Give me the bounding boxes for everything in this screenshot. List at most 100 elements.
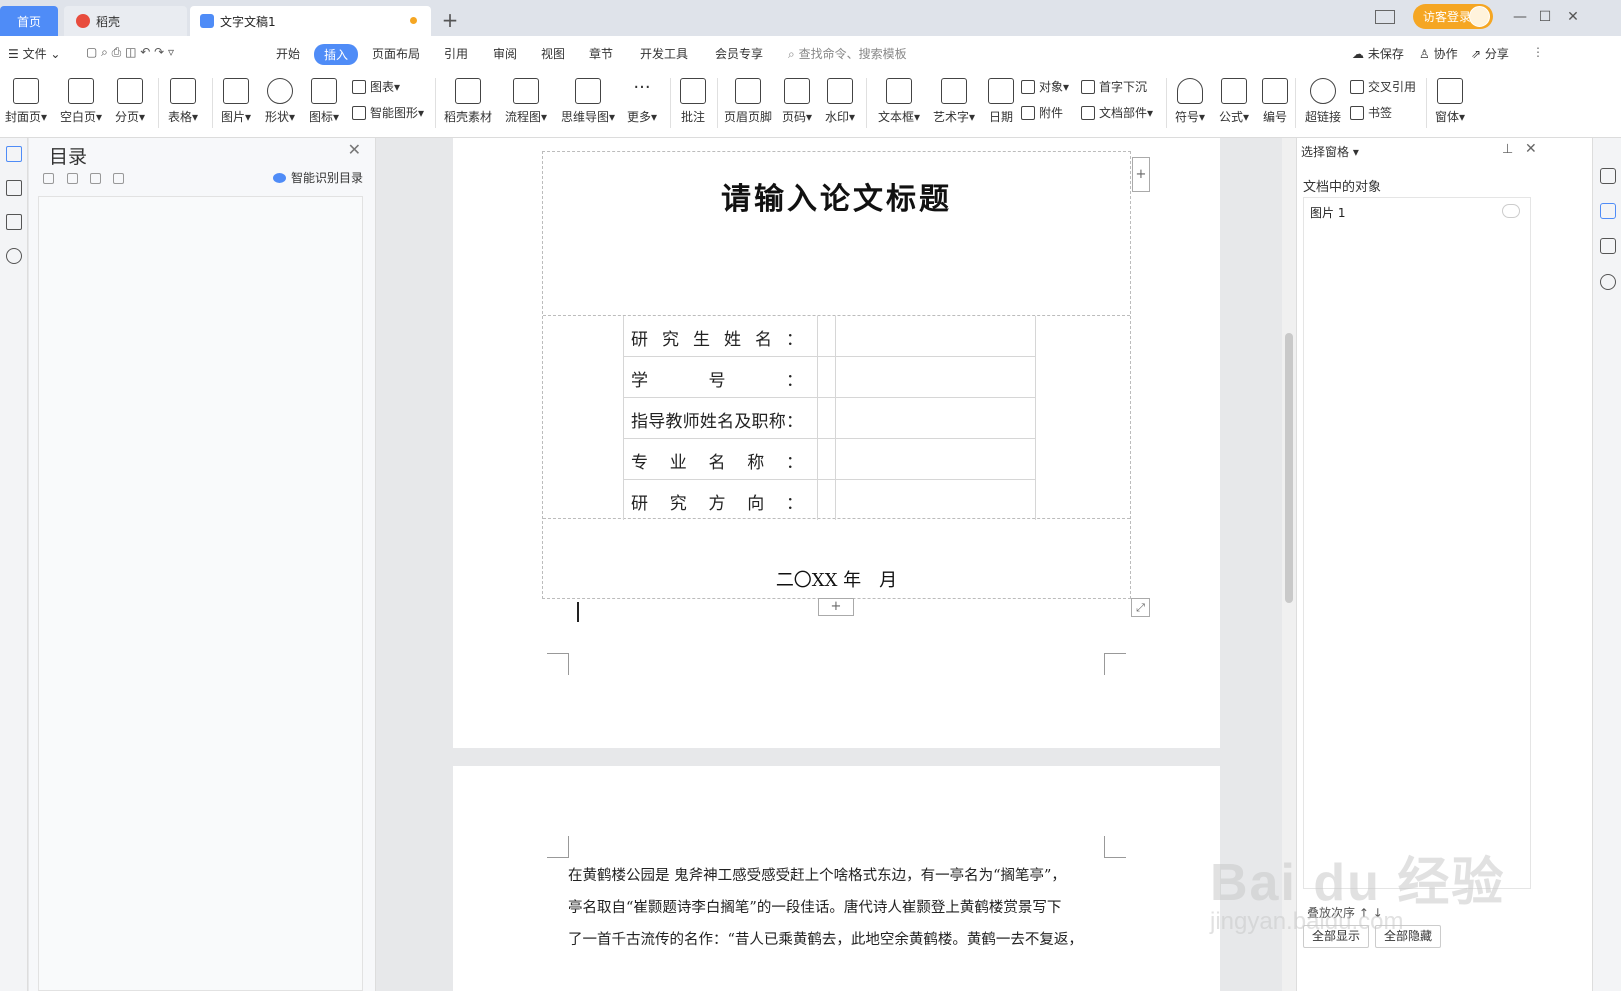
form-window-button[interactable]: 窗体▾ [1435, 78, 1465, 125]
symbol-button[interactable]: 符号▾ [1175, 78, 1205, 125]
stack-order[interactable]: 叠放次序 ↑ ↓ [1307, 904, 1383, 921]
object-list[interactable]: 图片 1 [1303, 197, 1531, 889]
more-options-icon[interactable]: ⋮ [1532, 45, 1544, 59]
edit-icon[interactable] [1600, 168, 1616, 184]
textbox-button[interactable]: 文本框▾ [878, 78, 920, 125]
document-date[interactable]: 二〇XX 年 月 [543, 566, 1130, 592]
object-item[interactable]: 图片 1 [1310, 204, 1345, 221]
menu-insert[interactable]: 插入 [314, 44, 359, 65]
pin-icon[interactable]: ⊥ [1502, 142, 1513, 157]
show-all-button[interactable]: 全部显示 [1303, 925, 1370, 948]
close-icon[interactable]: ✕ [1525, 141, 1537, 157]
docpart-button[interactable]: 文档部件 ▾ [1081, 104, 1153, 121]
menu-references[interactable]: 引用 [444, 45, 468, 62]
more-button[interactable]: ··· 更多▾ [627, 78, 657, 125]
tab-daoke[interactable]: 稻壳 [64, 6, 187, 36]
object-button[interactable]: 对象 ▾ [1021, 78, 1069, 95]
dropcap-button[interactable]: 首字下沉 [1081, 78, 1147, 95]
mindmap-button[interactable]: 思维导图▾ [561, 78, 615, 125]
info-table[interactable]: 研究生姓名： 学号： 指导教师姓名及职称： 专业名称： 研究方向： [543, 315, 1130, 521]
file-menu[interactable]: ☰ 文件 ⌄ [8, 45, 60, 62]
new-tab-plus-icon[interactable]: + [440, 8, 460, 32]
collab-button[interactable]: ♙ 协作 [1419, 45, 1458, 62]
shape-button[interactable]: 形状▾ [265, 78, 295, 125]
cover-page-button[interactable]: 封面页▾ [5, 78, 47, 125]
paragraph-line[interactable]: 了一首千古流传的名作：“昔人已乘黄鹤去，此地空余黄鹤楼。黄鹤一去不复返， [568, 928, 1083, 949]
menu-page-layout[interactable]: 页面布局 [372, 45, 420, 62]
material-button[interactable]: 稻壳素材 [444, 78, 492, 125]
table-row[interactable]: 专业名称： [623, 439, 1035, 480]
paragraph-line[interactable]: 在黄鹤楼公园是 鬼斧神工感受感受赶上个啥格式东边，有一亭名为“搁笔亭”， [568, 864, 1066, 885]
toc-list[interactable] [38, 196, 363, 991]
numbering-button[interactable]: 编号 [1262, 78, 1288, 125]
hide-all-button[interactable]: 全部隐藏 [1375, 925, 1442, 948]
table-button[interactable]: 表格▾ [168, 78, 198, 125]
bookmark-button[interactable]: 书签 [1350, 104, 1392, 121]
table-row[interactable]: 研究生姓名： [623, 316, 1035, 357]
adjust-icon[interactable] [1600, 238, 1616, 254]
page-break-button[interactable]: 分页▾ [115, 78, 145, 125]
help-icon[interactable] [1600, 274, 1616, 290]
menu-member[interactable]: 会员专享 [715, 45, 763, 62]
comment-button[interactable]: 批注 [680, 78, 706, 125]
smartart-button[interactable]: 智能图形 ▾ [352, 104, 424, 121]
formula-button[interactable]: 公式▾ [1219, 78, 1249, 125]
expand-icon[interactable] [67, 173, 78, 184]
menu-section[interactable]: 章节 [589, 45, 613, 62]
attachment-button[interactable]: 附件 [1021, 104, 1063, 121]
document-title[interactable]: 请输入论文标题 [543, 174, 1130, 218]
wordart-button[interactable]: 艺术字▾ [933, 78, 975, 125]
menu-start[interactable]: 开始 [276, 45, 300, 62]
vertical-scrollbar[interactable] [1282, 138, 1296, 991]
unsaved-button[interactable]: ☁ 未保存 [1352, 45, 1404, 62]
command-search[interactable]: ⌕ 查找命令、搜索模板 [788, 45, 907, 62]
page-1[interactable]: 请输入论文标题 研究生姓名： 学号： 指导教师姓名及职称： 专业名称： 研究方向… [453, 138, 1220, 748]
tab-document[interactable]: 文字文稿1 [190, 6, 431, 36]
select-pointer-icon[interactable] [1600, 203, 1616, 219]
flowchart-button[interactable]: 流程图▾ [505, 78, 547, 125]
table-row[interactable]: 研究方向： [623, 480, 1035, 521]
date-button[interactable]: 日期 [988, 78, 1014, 125]
minimize-icon[interactable]: — [1509, 6, 1531, 28]
share-button[interactable]: ⇗ 分享 [1471, 45, 1509, 62]
selection-pane-header[interactable]: 选择窗格 ▾ [1301, 143, 1359, 160]
smart-toc-button[interactable]: 智能识别目录 [272, 169, 363, 186]
add-column-icon[interactable]: + [1132, 157, 1150, 192]
login-button[interactable]: 访客登录 [1413, 4, 1493, 29]
navigation-icon[interactable] [6, 180, 22, 196]
bookmark-icon[interactable] [6, 214, 22, 230]
cross-ref-button[interactable]: 交叉引用 [1350, 78, 1416, 95]
eye-icon[interactable] [1502, 204, 1520, 218]
picture-button[interactable]: 图片▾ [221, 78, 251, 125]
chart-button[interactable]: 图表 ▾ [352, 78, 400, 95]
remove-heading-icon[interactable] [113, 173, 124, 184]
scrollbar-thumb[interactable] [1285, 333, 1293, 603]
menu-developer[interactable]: 开发工具 [640, 45, 688, 62]
paragraph-line[interactable]: 亭名取自“崔颢题诗李白搁笔”的一段佳话。唐代诗人崔颢登上黄鹤楼赏景写下 [568, 896, 1061, 917]
add-row-icon[interactable]: + [818, 598, 854, 616]
icons-button[interactable]: 图标▾ [309, 78, 339, 125]
add-heading-icon[interactable] [90, 173, 101, 184]
header-footer-button[interactable]: 页眉页脚 [724, 78, 772, 125]
layout-icon[interactable] [1375, 10, 1395, 24]
close-window-icon[interactable]: ✕ [1562, 6, 1584, 28]
hyperlink-button[interactable]: 超链接 [1305, 78, 1341, 125]
table-row[interactable]: 学号： [623, 357, 1035, 398]
watermark-button[interactable]: 水印▾ [825, 78, 855, 125]
cover-table[interactable]: 请输入论文标题 研究生姓名： 学号： 指导教师姓名及职称： 专业名称： 研究方向… [542, 151, 1131, 599]
blank-page-button[interactable]: 空白页▾ [60, 78, 102, 125]
maximize-icon[interactable]: ☐ [1534, 6, 1556, 28]
menu-review[interactable]: 审阅 [493, 45, 517, 62]
document-canvas[interactable]: 请输入论文标题 研究生姓名： 学号： 指导教师姓名及职称： 专业名称： 研究方向… [377, 138, 1282, 991]
page-number-button[interactable]: 页码▾ [782, 78, 812, 125]
search-icon[interactable] [6, 248, 22, 264]
quick-access-toolbar[interactable]: ▢ ⌕ ⎙ ◫ ↶ ↷ ▿ [86, 45, 174, 60]
resize-handle-icon[interactable]: ⤢ [1131, 598, 1150, 617]
menu-view[interactable]: 视图 [541, 45, 565, 62]
toc-icon[interactable] [6, 146, 22, 162]
close-icon[interactable]: ✕ [348, 140, 361, 159]
collapse-icon[interactable] [43, 173, 54, 184]
table-row[interactable]: 指导教师姓名及职称： [623, 398, 1035, 439]
page-2[interactable]: 在黄鹤楼公园是 鬼斧神工感受感受赶上个啥格式东边，有一亭名为“搁笔亭”， 亭名取… [453, 766, 1220, 991]
tab-home[interactable]: 首页 [0, 6, 58, 36]
